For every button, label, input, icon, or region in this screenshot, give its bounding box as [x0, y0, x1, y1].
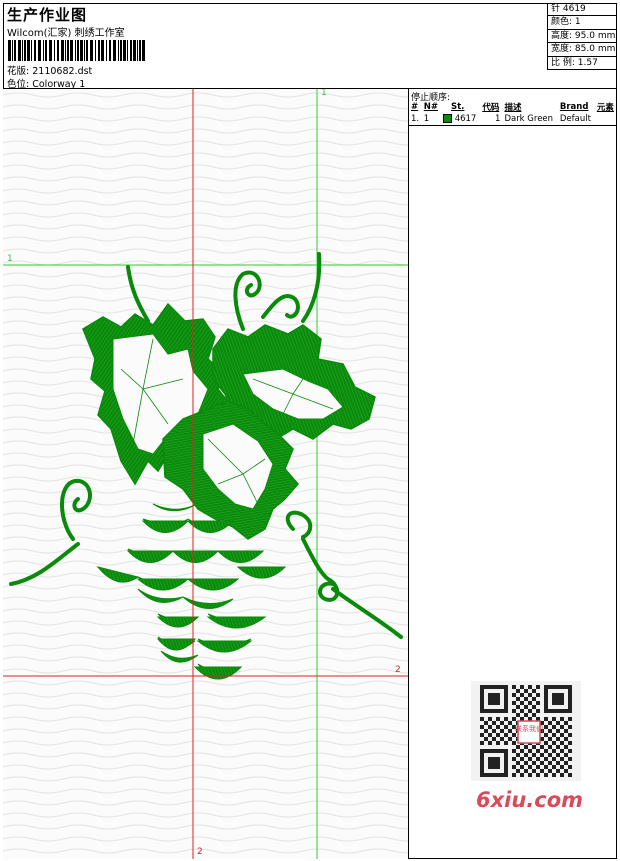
stat-scale: 比 例: 1.57: [551, 57, 598, 68]
col-n: N#: [423, 102, 439, 112]
table-row[interactable]: 1. 1 4617 1 Dark Green Default: [409, 113, 617, 126]
colorway-line: 色位: Colorway 1: [7, 76, 85, 90]
embroidery-preview: [3, 89, 408, 859]
stop-sequence-table: # N# St. 代码 描述 Brand 元素 1. 1 4617 1 Dark…: [409, 101, 617, 126]
stop-table-header: # N# St. 代码 描述 Brand 元素: [409, 101, 617, 113]
qr-code-icon: 联系我们: [471, 681, 581, 781]
guide-label-right: 2: [395, 665, 401, 675]
barcode-icon: [8, 40, 145, 61]
stat-colors: 颜色: 1: [548, 16, 617, 30]
col-brand: Brand: [559, 102, 589, 112]
stats-box: 针 4619 颜色: 1 高度: 95.0 mm 宽度: 85.0 mm 比 例…: [547, 3, 617, 70]
page-title: 生产作业图: [7, 6, 88, 24]
col-st: St.: [450, 102, 465, 112]
watermark-text: 6xiu.com: [476, 788, 584, 812]
col-code: 代码: [482, 103, 500, 113]
stat-width: 宽度: 85.0 mm: [548, 43, 617, 57]
col-num: #: [411, 102, 419, 112]
studio-subtitle: Wilcom(汇家) 刺绣工作室: [7, 28, 125, 39]
guide-label-top: 1: [321, 89, 327, 98]
col-desc: 描述: [504, 103, 522, 113]
design-file-line: 花版: 2110682.dst: [7, 63, 92, 77]
design-canvas[interactable]: 1 1 2 2: [3, 89, 409, 859]
stat-height: 高度: 95.0 mm: [548, 30, 617, 44]
header: 生产作业图 Wilcom(汇家) 刺绣工作室 花版: 2110682.dst 色…: [3, 3, 617, 90]
qr-stamp-text: 联系我们: [515, 724, 543, 733]
col-elem: 元素: [596, 103, 614, 113]
guide-label-bottom: 2: [197, 847, 203, 857]
color-swatch: [442, 114, 452, 123]
stat-stitches: 针 4619: [548, 3, 617, 17]
guide-label-left: 1: [7, 254, 13, 264]
